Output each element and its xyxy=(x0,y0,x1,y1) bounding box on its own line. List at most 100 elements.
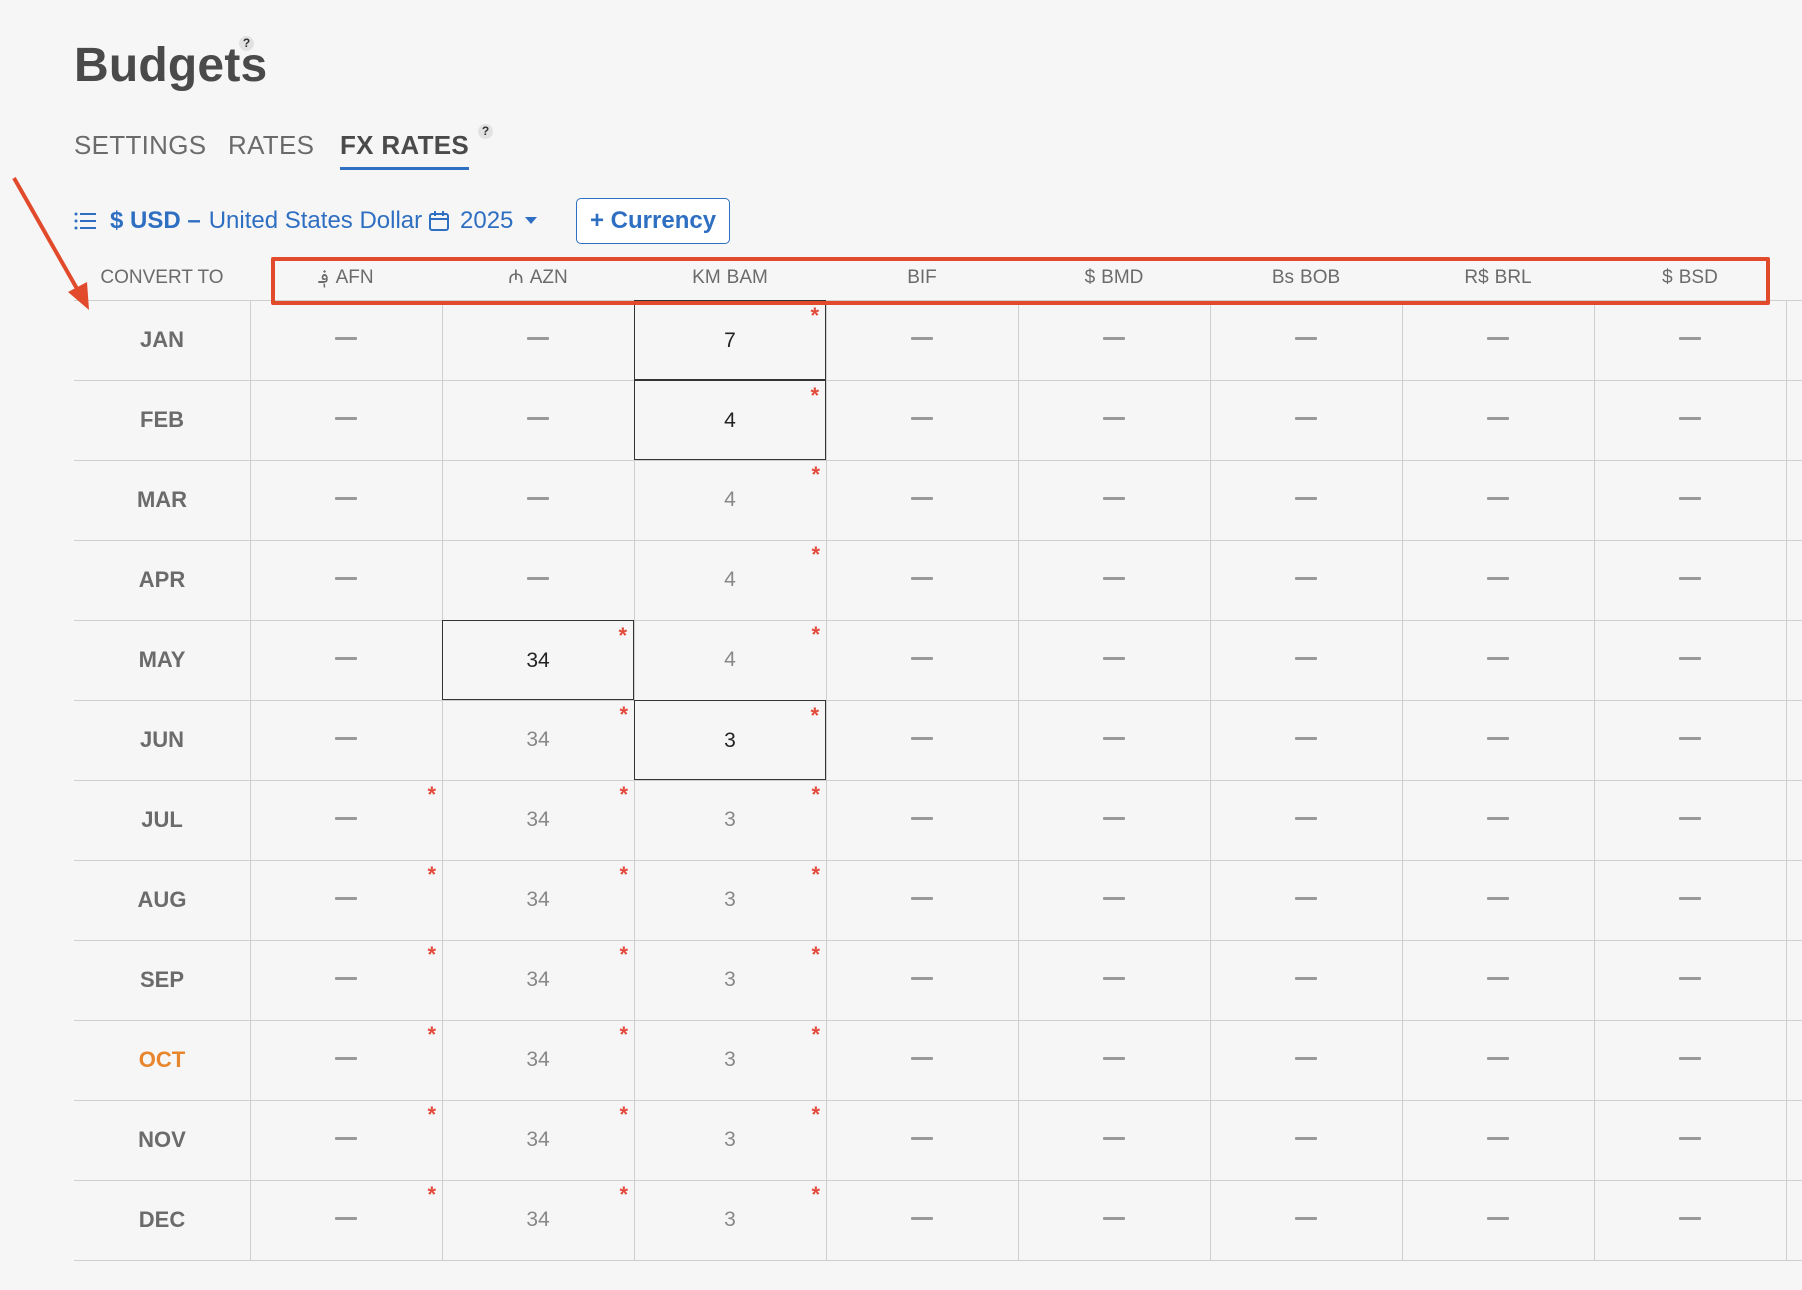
rate-cell-bam[interactable]: 4 * xyxy=(634,460,826,540)
rate-cell-bif[interactable] xyxy=(826,460,1018,540)
rate-cell-bif[interactable] xyxy=(826,1100,1018,1180)
rate-cell-bsd[interactable] xyxy=(1594,700,1786,780)
rate-cell-bsd[interactable] xyxy=(1594,460,1786,540)
rate-cell-brl[interactable] xyxy=(1402,1180,1594,1260)
rate-cell-bmd[interactable] xyxy=(1018,1100,1210,1180)
tab-rates[interactable]: RATES xyxy=(228,130,314,167)
rate-cell-bmd[interactable] xyxy=(1018,780,1210,860)
rate-cell-brl[interactable] xyxy=(1402,940,1594,1020)
rate-cell-bsd[interactable] xyxy=(1594,1100,1786,1180)
rate-cell-bsd[interactable] xyxy=(1594,300,1786,380)
rate-cell-bam[interactable]: 3 * xyxy=(634,860,826,940)
rate-cell-bam[interactable]: 3 * xyxy=(634,1020,826,1100)
rate-cell-brl[interactable] xyxy=(1402,1100,1594,1180)
rate-cell-azn[interactable]: 34 * xyxy=(442,860,634,940)
rate-cell-brl[interactable] xyxy=(1402,1020,1594,1100)
rate-cell-afn[interactable]: * xyxy=(250,940,442,1020)
rate-cell-bam[interactable]: 4 * xyxy=(634,380,826,460)
rate-cell-bif[interactable] xyxy=(826,860,1018,940)
rate-cell-azn[interactable]: 34 * xyxy=(442,1020,634,1100)
rate-cell-afn[interactable]: * xyxy=(250,1180,442,1260)
column-header-bmd[interactable]: $ BMD xyxy=(1018,256,1210,300)
add-currency-button[interactable]: + Currency xyxy=(576,198,731,244)
rate-cell-bmd[interactable] xyxy=(1018,860,1210,940)
column-header-bif[interactable]: BIF xyxy=(826,256,1018,300)
rate-cell-bsd[interactable] xyxy=(1594,860,1786,940)
rate-cell-brl[interactable] xyxy=(1402,780,1594,860)
rate-cell-brl[interactable] xyxy=(1402,540,1594,620)
rate-cell-bif[interactable] xyxy=(826,780,1018,860)
title-help-icon[interactable]: ? xyxy=(239,36,254,51)
rate-cell-azn[interactable]: 34 * xyxy=(442,780,634,860)
rate-cell-bob[interactable] xyxy=(1210,540,1402,620)
rate-cell-bif[interactable] xyxy=(826,380,1018,460)
rate-cell-bob[interactable] xyxy=(1210,460,1402,540)
rate-cell-afn[interactable]: * xyxy=(250,780,442,860)
rate-cell-brl[interactable] xyxy=(1402,700,1594,780)
rate-cell-bob[interactable] xyxy=(1210,700,1402,780)
tab-fx-rates[interactable]: FX RATES xyxy=(340,130,470,170)
rate-cell-bob[interactable] xyxy=(1210,940,1402,1020)
rate-cell-bsd[interactable] xyxy=(1594,940,1786,1020)
rate-cell-bif[interactable] xyxy=(826,700,1018,780)
rate-cell-bob[interactable] xyxy=(1210,1180,1402,1260)
rate-cell-brl[interactable] xyxy=(1402,860,1594,940)
rate-cell-bam[interactable]: 3 * xyxy=(634,940,826,1020)
rate-cell-bam[interactable]: 3 * xyxy=(634,700,826,780)
rate-cell-brl[interactable] xyxy=(1402,460,1594,540)
rate-cell-afn[interactable]: * xyxy=(250,860,442,940)
base-currency-selector[interactable]: $ USD – United States Dollar xyxy=(74,198,422,244)
rate-cell-bmd[interactable] xyxy=(1018,300,1210,380)
rate-cell-bob[interactable] xyxy=(1210,1020,1402,1100)
column-header-bob[interactable]: Bs BOB xyxy=(1210,256,1402,300)
column-header-bsd[interactable]: $ BSD xyxy=(1594,256,1786,300)
rate-cell-bmd[interactable] xyxy=(1018,1180,1210,1260)
rate-cell-brl[interactable] xyxy=(1402,620,1594,700)
rate-cell-bam[interactable]: 3 * xyxy=(634,1100,826,1180)
rate-cell-azn[interactable]: 34 * xyxy=(442,700,634,780)
rate-cell-brl[interactable] xyxy=(1402,380,1594,460)
rate-cell-azn[interactable]: 34 * xyxy=(442,940,634,1020)
rate-cell-bob[interactable] xyxy=(1210,1100,1402,1180)
rate-cell-azn[interactable] xyxy=(442,300,634,380)
rate-cell-afn[interactable] xyxy=(250,460,442,540)
rate-cell-bob[interactable] xyxy=(1210,380,1402,460)
rate-cell-bif[interactable] xyxy=(826,1180,1018,1260)
column-header-azn[interactable]: ₼ AZN xyxy=(442,256,634,300)
rate-cell-brl[interactable] xyxy=(1402,300,1594,380)
rate-cell-afn[interactable]: * xyxy=(250,1020,442,1100)
rate-cell-bam[interactable]: 3 * xyxy=(634,780,826,860)
rate-cell-bif[interactable] xyxy=(826,1020,1018,1100)
column-header-brl[interactable]: R$ BRL xyxy=(1402,256,1594,300)
rate-cell-azn[interactable] xyxy=(442,540,634,620)
rate-cell-azn[interactable] xyxy=(442,380,634,460)
rate-cell-bmd[interactable] xyxy=(1018,540,1210,620)
rate-cell-bmd[interactable] xyxy=(1018,940,1210,1020)
rate-cell-bmd[interactable] xyxy=(1018,380,1210,460)
rate-cell-bmd[interactable] xyxy=(1018,700,1210,780)
rate-cell-bif[interactable] xyxy=(826,620,1018,700)
rate-cell-bmd[interactable] xyxy=(1018,1020,1210,1100)
fx-rates-help-icon[interactable]: ? xyxy=(478,124,493,139)
rate-cell-bob[interactable] xyxy=(1210,780,1402,860)
rate-cell-bif[interactable] xyxy=(826,300,1018,380)
rate-cell-bif[interactable] xyxy=(826,940,1018,1020)
rate-cell-bsd[interactable] xyxy=(1594,620,1786,700)
rate-cell-bmd[interactable] xyxy=(1018,460,1210,540)
rate-cell-bsd[interactable] xyxy=(1594,1020,1786,1100)
rate-cell-bsd[interactable] xyxy=(1594,780,1786,860)
rate-cell-afn[interactable] xyxy=(250,700,442,780)
rate-cell-bsd[interactable] xyxy=(1594,1180,1786,1260)
rate-cell-bam[interactable]: 3 * xyxy=(634,1180,826,1260)
column-header-afn[interactable]: ؋ AFN xyxy=(250,256,442,300)
rate-cell-afn[interactable] xyxy=(250,620,442,700)
rate-cell-bob[interactable] xyxy=(1210,620,1402,700)
rate-cell-azn[interactable]: 34 * xyxy=(442,1180,634,1260)
rate-cell-bmd[interactable] xyxy=(1018,620,1210,700)
rate-cell-afn[interactable] xyxy=(250,300,442,380)
rate-cell-bam[interactable]: 4 * xyxy=(634,620,826,700)
rate-cell-bif[interactable] xyxy=(826,540,1018,620)
column-header-bam[interactable]: KM BAM xyxy=(634,256,826,300)
rate-cell-azn[interactable]: 34 * xyxy=(442,1100,634,1180)
rate-cell-afn[interactable] xyxy=(250,380,442,460)
